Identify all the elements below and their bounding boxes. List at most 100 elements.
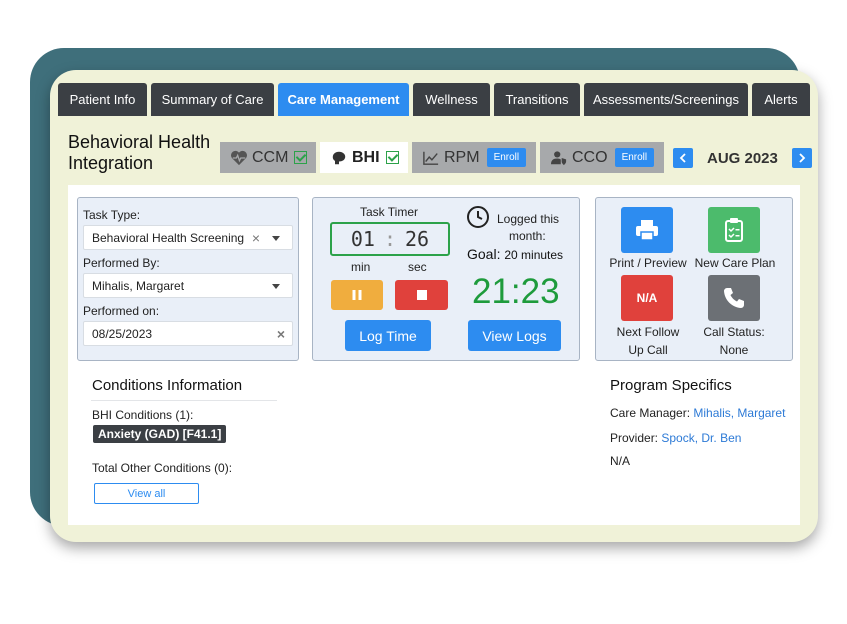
brain-icon xyxy=(332,151,346,164)
next-follow-up-label: Next Follow Up Call xyxy=(608,323,688,359)
caret-down-icon xyxy=(272,236,280,241)
provider-label: Provider: xyxy=(610,431,659,445)
provider-link[interactable]: Spock, Dr. Ben xyxy=(661,431,741,445)
log-time-button[interactable]: Log Time xyxy=(345,320,431,351)
printer-icon xyxy=(636,220,658,241)
program-tab-ccm[interactable]: CCM xyxy=(220,142,316,173)
logged-this-month-line1: Logged this xyxy=(497,212,560,226)
performed-on-label: Performed on: xyxy=(83,304,160,318)
call-status-button[interactable] xyxy=(708,275,760,321)
timer-sec-label: sec xyxy=(408,260,427,274)
goal-line: Goal: 20 minutes xyxy=(467,246,563,262)
timer-min-label: min xyxy=(351,260,371,274)
new-care-plan-button[interactable] xyxy=(708,207,760,253)
program-tab-bhi[interactable]: BHI xyxy=(320,142,408,173)
performed-by-value: Mihalis, Margaret xyxy=(92,278,185,293)
new-care-plan-label: New Care Plan xyxy=(694,256,776,270)
next-follow-up-badge[interactable]: N/A xyxy=(621,275,673,321)
page-title: Behavioral Health Integration xyxy=(68,132,210,174)
performed-by-select[interactable]: Mihalis, Margaret xyxy=(83,273,293,298)
user-shield-icon xyxy=(551,150,567,165)
view-logs-button[interactable]: View Logs xyxy=(468,320,561,351)
tab-patient-info[interactable]: Patient Info xyxy=(58,83,147,116)
chart-line-icon xyxy=(423,151,439,165)
view-all-button[interactable]: View all xyxy=(94,483,199,504)
call-status-line1: Call Status: xyxy=(703,325,765,339)
performed-by-label: Performed By: xyxy=(83,256,160,270)
program-tab-bhi-label: BHI xyxy=(352,148,380,166)
logged-time-value: 21:23 xyxy=(472,272,560,311)
rpm-enroll-button[interactable]: Enroll xyxy=(486,148,527,167)
stop-button[interactable] xyxy=(395,280,448,310)
close-icon[interactable]: × xyxy=(252,230,260,246)
care-manager-link[interactable]: Mihalis, Margaret xyxy=(693,406,785,420)
chevron-right-icon xyxy=(799,153,806,163)
next-follow-up-line2: Up Call xyxy=(628,343,668,357)
divider xyxy=(91,400,277,401)
main-tabs: Patient Info Summary of Care Care Manage… xyxy=(58,83,814,116)
pause-icon xyxy=(352,290,362,300)
tab-summary-of-care[interactable]: Summary of Care xyxy=(151,83,274,116)
task-form-panel: Task Type: Behavioral Health Screening ×… xyxy=(77,197,299,361)
provider-line: Provider: Spock, Dr. Ben xyxy=(610,431,741,445)
task-timer-title: Task Timer xyxy=(360,205,419,219)
tab-alerts[interactable]: Alerts xyxy=(752,83,810,116)
current-month: AUG 2023 xyxy=(707,150,778,167)
timer-minutes: 01 xyxy=(350,227,375,251)
care-manager-label: Care Manager: xyxy=(610,406,691,420)
goal-value: 20 minutes xyxy=(504,248,564,262)
goal-label: Goal: xyxy=(467,246,501,262)
close-icon[interactable]: × xyxy=(277,326,285,342)
phone-icon xyxy=(724,288,744,308)
care-manager-line: Care Manager: Mihalis, Margaret xyxy=(610,406,785,420)
tab-wellness[interactable]: Wellness xyxy=(413,83,490,116)
program-tab-cco-label: CCO xyxy=(572,148,608,166)
check-icon xyxy=(294,151,308,164)
call-status-label: Call Status: None xyxy=(694,323,774,359)
call-status-line2: None xyxy=(719,343,749,357)
timer-separator: : xyxy=(383,227,397,251)
task-type-select[interactable]: Behavioral Health Screening × xyxy=(83,225,293,250)
logged-this-month-line2: month: xyxy=(509,229,546,243)
caret-down-icon xyxy=(272,284,280,289)
tab-transitions[interactable]: Transitions xyxy=(494,83,580,116)
actions-panel: Print / Preview New Care Plan N/A Next F… xyxy=(595,197,793,361)
bhi-conditions-label: BHI Conditions (1): xyxy=(92,408,194,422)
program-specifics-card: Program Specifics Care Manager: Mihalis,… xyxy=(598,370,798,488)
conditions-title: Conditions Information xyxy=(92,377,243,394)
performed-on-date-field[interactable]: 08/25/2023 × xyxy=(83,321,293,346)
chevron-left-icon xyxy=(679,153,686,163)
next-follow-up-line1: Next Follow xyxy=(616,325,680,339)
task-timer-display: 01 : 26 xyxy=(330,222,450,256)
tab-care-management[interactable]: Care Management xyxy=(278,83,409,116)
program-tab-rpm[interactable]: RPM Enroll xyxy=(412,142,536,173)
cco-enroll-button[interactable]: Enroll xyxy=(614,148,655,167)
print-preview-label: Print / Preview xyxy=(609,256,687,270)
page-title-line1: Behavioral Health xyxy=(68,132,211,152)
app-window: Patient Info Summary of Care Care Manage… xyxy=(50,70,818,542)
condition-tag: Anxiety (GAD) [F41.1] xyxy=(93,425,227,443)
task-type-label: Task Type: xyxy=(83,208,141,222)
check-icon xyxy=(385,151,399,164)
program-tab-ccm-label: CCM xyxy=(252,148,289,166)
program-tab-rpm-label: RPM xyxy=(444,148,480,166)
program-specifics-title: Program Specifics xyxy=(610,377,732,394)
content-area: Task Type: Behavioral Health Screening ×… xyxy=(68,185,800,525)
tab-assessments-screenings[interactable]: Assessments/Screenings xyxy=(584,83,748,116)
performed-on-value: 08/25/2023 xyxy=(92,326,153,341)
page-title-line2: Integration xyxy=(68,153,154,173)
next-month-button[interactable] xyxy=(792,148,812,168)
task-timer-panel: Task Timer 01 : 26 min sec Log Time Logg… xyxy=(312,197,580,361)
pause-button[interactable] xyxy=(331,280,383,310)
program-tab-cco[interactable]: CCO Enroll xyxy=(540,142,664,173)
print-preview-button[interactable] xyxy=(621,207,673,253)
clock-icon xyxy=(467,206,489,228)
program-specifics-extra: N/A xyxy=(610,454,631,468)
clipboard-check-icon xyxy=(725,218,743,242)
heart-pulse-icon xyxy=(231,150,247,165)
timer-seconds: 26 xyxy=(405,227,430,251)
prev-month-button[interactable] xyxy=(673,148,693,168)
stop-icon xyxy=(416,290,427,300)
conditions-card: Conditions Information BHI Conditions (1… xyxy=(81,370,293,520)
other-conditions-label: Total Other Conditions (0): xyxy=(92,461,233,475)
